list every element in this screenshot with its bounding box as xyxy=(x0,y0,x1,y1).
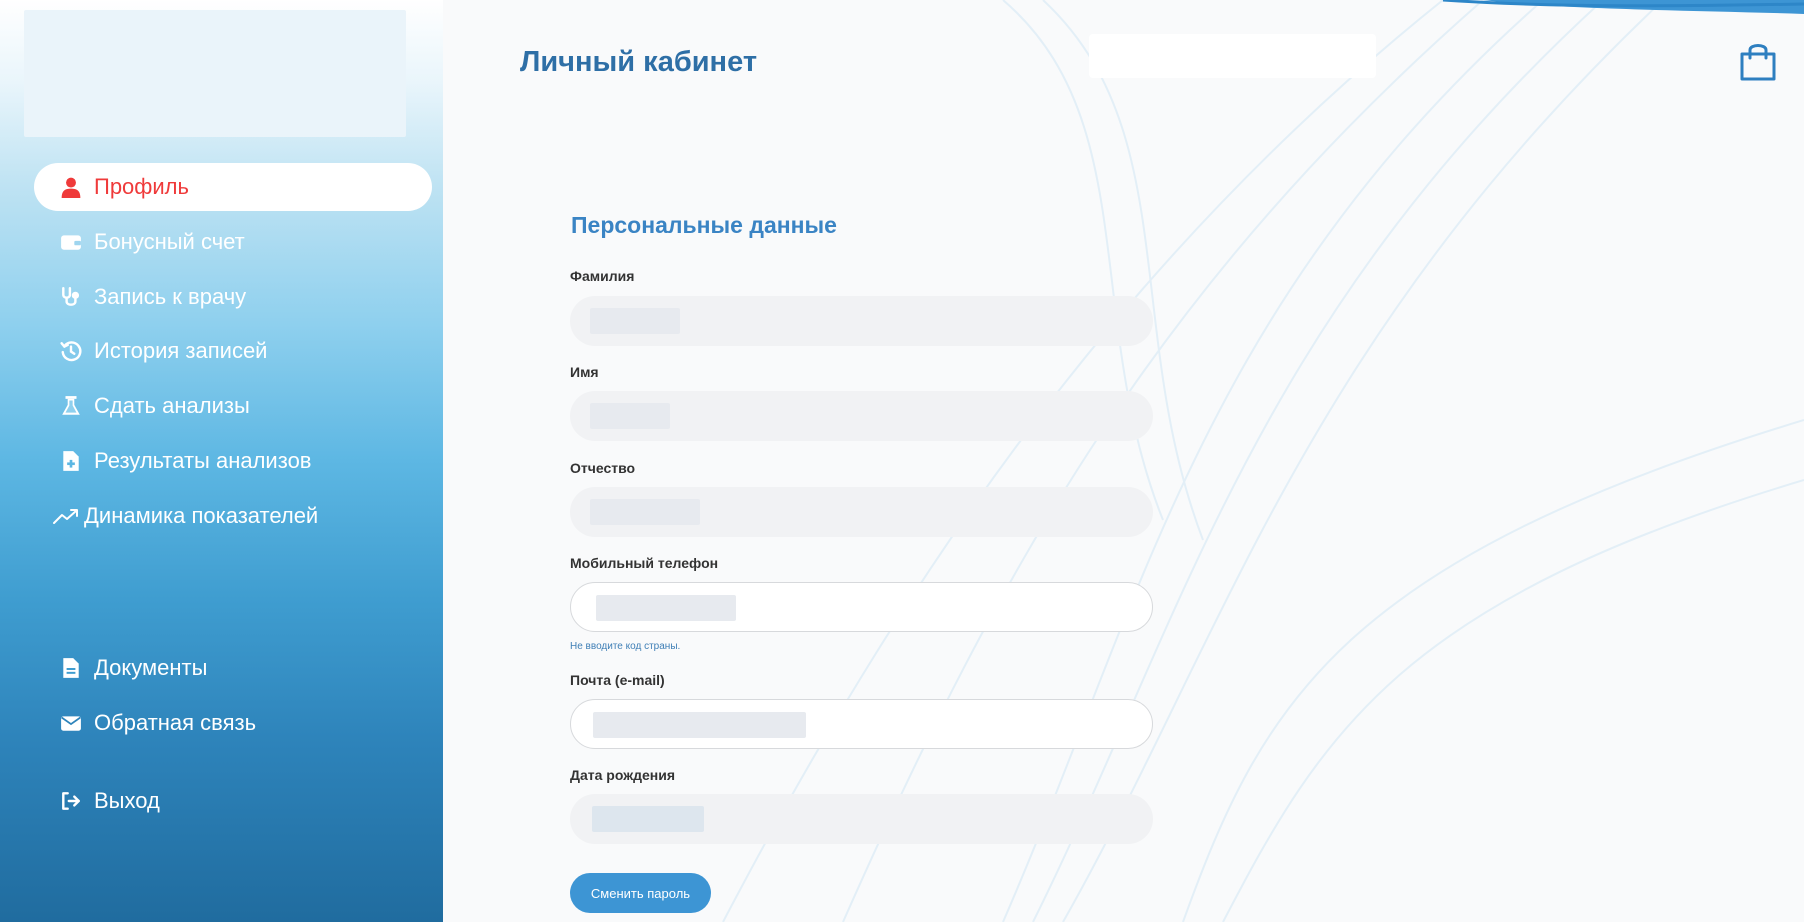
header-placeholder xyxy=(1089,34,1376,78)
trend-icon xyxy=(52,505,80,527)
field-label-birthdate: Дата рождения xyxy=(570,767,676,783)
flask-icon xyxy=(60,395,82,417)
phone-hint: Не вводите код страны. xyxy=(570,641,681,652)
sidebar-item-label: Выход xyxy=(94,788,160,813)
sidebar: Профиль Бонусный счет Запись к врачу Ист… xyxy=(0,0,443,922)
sidebar-item-feedback[interactable]: Обратная связь xyxy=(34,699,256,747)
masked-value xyxy=(590,308,680,334)
logout-button[interactable]: Выход xyxy=(34,777,160,825)
user-icon xyxy=(60,176,82,198)
sidebar-item-history[interactable]: История записей xyxy=(34,327,267,375)
document-icon xyxy=(60,657,82,679)
sidebar-item-label: Документы xyxy=(94,655,208,680)
sidebar-item-label: История записей xyxy=(94,338,268,363)
masked-value xyxy=(596,595,736,621)
main-content: Личный кабинет Персональные данные Фамил… xyxy=(443,0,1804,922)
field-label-surname: Фамилия xyxy=(570,268,635,284)
sidebar-item-label: Динамика показателей xyxy=(84,503,319,528)
masked-value xyxy=(593,712,806,738)
sidebar-item-bonus[interactable]: Бонусный счет xyxy=(34,218,245,266)
file-medical-icon xyxy=(60,450,82,472)
sidebar-item-documents[interactable]: Документы xyxy=(34,644,207,692)
page-title: Личный кабинет xyxy=(520,46,758,78)
sidebar-item-label: Бонусный счет xyxy=(94,229,245,254)
patronymic-field[interactable] xyxy=(570,487,1153,537)
shopping-bag-icon[interactable] xyxy=(1736,40,1780,84)
change-password-button[interactable]: Сменить пароль xyxy=(570,873,711,913)
phone-field[interactable] xyxy=(570,582,1153,632)
history-icon xyxy=(60,340,82,362)
background-waves xyxy=(722,0,1804,922)
field-label-name: Имя xyxy=(570,364,599,380)
logout-icon xyxy=(60,790,82,812)
sidebar-item-label: Сдать анализы xyxy=(94,393,250,418)
masked-value xyxy=(592,806,704,832)
logo xyxy=(24,10,406,137)
sidebar-item-label: Профиль xyxy=(94,174,189,199)
sidebar-item-results[interactable]: Результаты анализов xyxy=(34,437,312,485)
masked-value xyxy=(590,499,700,525)
section-title: Персональные данные xyxy=(571,212,837,238)
stethoscope-icon xyxy=(60,286,82,308)
sidebar-item-label: Результаты анализов xyxy=(94,448,312,473)
field-label-patronymic: Отчество xyxy=(570,460,636,476)
masked-value xyxy=(590,403,670,429)
sidebar-item-profile[interactable]: Профиль xyxy=(34,163,432,211)
sidebar-item-label: Запись к врачу xyxy=(94,284,247,309)
surname-field[interactable] xyxy=(570,296,1153,346)
envelope-icon xyxy=(60,712,82,734)
field-label-email: Почта (e-mail) xyxy=(570,672,665,688)
sidebar-item-appointment[interactable]: Запись к врачу xyxy=(34,273,246,321)
birthdate-field[interactable] xyxy=(570,794,1153,844)
field-label-phone: Мобильный телефон xyxy=(570,555,719,571)
sidebar-item-dynamics[interactable]: Динамика показателей xyxy=(26,492,318,540)
email-field[interactable] xyxy=(570,699,1153,749)
wallet-icon xyxy=(60,231,82,253)
sidebar-item-label: Обратная связь xyxy=(94,710,257,735)
name-field[interactable] xyxy=(570,391,1153,441)
sidebar-item-tests[interactable]: Сдать анализы xyxy=(34,382,250,430)
